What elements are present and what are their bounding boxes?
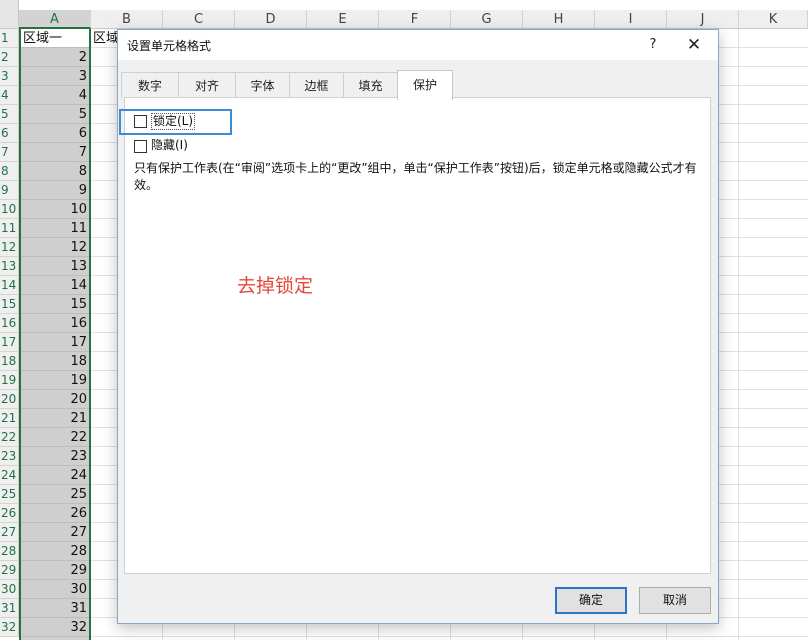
cell-a6[interactable]: 6 [21, 124, 89, 143]
row-header-6[interactable]: 6 [0, 124, 19, 143]
selected-column-a[interactable]: 区域一 2 3 4 5 6 7 8 9 10 11 12 13 14 15 16 17 18 19 20 21 22 23… [19, 29, 91, 640]
row-header-11[interactable]: 11 [0, 219, 19, 238]
row-header-17[interactable]: 17 [0, 333, 19, 352]
column-header-k[interactable]: K [739, 10, 808, 29]
cell-b1[interactable]: 区域 [93, 29, 119, 48]
lock-checkbox[interactable] [134, 115, 147, 128]
row-header-2[interactable]: 2 [0, 48, 19, 67]
row-header-16[interactable]: 16 [0, 314, 19, 333]
cell-a24[interactable]: 24 [21, 466, 89, 485]
tab-font[interactable]: 字体 [235, 72, 290, 98]
format-cells-dialog: 设置单元格格式 ? ✕ 数字 对齐 字体 边框 填充 保护 锁定(L) 隐藏(I… [117, 29, 719, 624]
row-header-30[interactable]: 30 [0, 580, 19, 599]
cell-a22[interactable]: 22 [21, 428, 89, 447]
cell-a26[interactable]: 26 [21, 504, 89, 523]
cell-a21[interactable]: 21 [21, 409, 89, 428]
row-header-20[interactable]: 20 [0, 390, 19, 409]
cell-a11[interactable]: 11 [21, 219, 89, 238]
column-headers: ABCDEFGHIJK [0, 10, 808, 29]
cell-a20[interactable]: 20 [21, 390, 89, 409]
dialog-titlebar: 设置单元格格式 ? ✕ [118, 30, 718, 60]
help-button[interactable]: ? [643, 35, 663, 55]
row-header-3[interactable]: 3 [0, 67, 19, 86]
column-header-b[interactable]: B [91, 10, 163, 29]
tab-fill[interactable]: 填充 [343, 72, 398, 98]
row-header-1[interactable]: 1 [0, 29, 19, 48]
cell-a16[interactable]: 16 [21, 314, 89, 333]
row-header-5[interactable]: 5 [0, 105, 19, 124]
cell-a28[interactable]: 28 [21, 542, 89, 561]
cell-a30[interactable]: 30 [21, 580, 89, 599]
cell-a25[interactable]: 25 [21, 485, 89, 504]
cell-a17[interactable]: 17 [21, 333, 89, 352]
column-header-e[interactable]: E [307, 10, 379, 29]
row-header-26[interactable]: 26 [0, 504, 19, 523]
column-header-d[interactable]: D [235, 10, 307, 29]
cell-a15[interactable]: 15 [21, 295, 89, 314]
row-header-10[interactable]: 10 [0, 200, 19, 219]
row-header-14[interactable]: 14 [0, 276, 19, 295]
cell-a7[interactable]: 7 [21, 143, 89, 162]
hide-checkbox[interactable] [134, 140, 147, 153]
column-header-f[interactable]: F [379, 10, 451, 29]
row-header-28[interactable]: 28 [0, 542, 19, 561]
column-header-g[interactable]: G [451, 10, 523, 29]
cell-a2[interactable]: 2 [21, 48, 89, 67]
cell-a18[interactable]: 18 [21, 352, 89, 371]
row-header-8[interactable]: 8 [0, 162, 19, 181]
row-header-29[interactable]: 29 [0, 561, 19, 580]
cell-a12[interactable]: 12 [21, 238, 89, 257]
column-header-c[interactable]: C [163, 10, 235, 29]
dialog-title: 设置单元格格式 [127, 39, 212, 53]
tab-number[interactable]: 数字 [121, 72, 179, 98]
cell-a14[interactable]: 14 [21, 276, 89, 295]
row-header-23[interactable]: 23 [0, 447, 19, 466]
ok-button[interactable]: 确定 [555, 587, 627, 614]
cell-a27[interactable]: 27 [21, 523, 89, 542]
cancel-button[interactable]: 取消 [639, 587, 711, 614]
row-header-31[interactable]: 31 [0, 599, 19, 618]
tab-alignment[interactable]: 对齐 [178, 72, 236, 98]
hide-checkbox-label[interactable]: 隐藏(I) [151, 138, 188, 153]
protection-note: 只有保护工作表(在“审阅”选项卡上的“更改”组中，单击“保护工作表”按钮)后，锁… [134, 161, 697, 192]
close-button[interactable]: ✕ [684, 35, 704, 55]
row-header-19[interactable]: 19 [0, 371, 19, 390]
row-header-32[interactable]: 32 [0, 618, 19, 637]
row-header-7[interactable]: 7 [0, 143, 19, 162]
cell-a32[interactable]: 32 [21, 618, 89, 637]
cell-a10[interactable]: 10 [21, 200, 89, 219]
row-header-27[interactable]: 27 [0, 523, 19, 542]
row-header-4[interactable]: 4 [0, 86, 19, 105]
row-header-12[interactable]: 12 [0, 238, 19, 257]
row-header-18[interactable]: 18 [0, 352, 19, 371]
row-header-24[interactable]: 24 [0, 466, 19, 485]
lock-checkbox-label[interactable]: 锁定(L) [151, 113, 196, 130]
row-header-13[interactable]: 13 [0, 257, 19, 276]
column-header-i[interactable]: I [595, 10, 667, 29]
cell-a23[interactable]: 23 [21, 447, 89, 466]
cell-a3[interactable]: 3 [21, 67, 89, 86]
annotation-remove-lock: 去掉锁定 [237, 275, 314, 297]
cell-a13[interactable]: 13 [21, 257, 89, 276]
cell-a19[interactable]: 19 [21, 371, 89, 390]
row-header-22[interactable]: 22 [0, 428, 19, 447]
cell-a29[interactable]: 29 [21, 561, 89, 580]
cell-a9[interactable]: 9 [21, 181, 89, 200]
protection-panel: 锁定(L) 隐藏(I) 只有保护工作表(在“审阅”选项卡上的“更改”组中，单击“… [119, 97, 711, 574]
cell-a31[interactable]: 31 [21, 599, 89, 618]
cell-a1[interactable]: 区域一 [21, 29, 89, 48]
column-header-a[interactable]: A [19, 10, 91, 29]
cell-a8[interactable]: 8 [21, 162, 89, 181]
cell-a5[interactable]: 5 [21, 105, 89, 124]
tab-protection[interactable]: 保护 [397, 70, 453, 100]
column-header-h[interactable]: H [523, 10, 595, 29]
cell-a4[interactable]: 4 [21, 86, 89, 105]
row-header-25[interactable]: 25 [0, 485, 19, 504]
tab-border[interactable]: 边框 [289, 72, 344, 98]
row-header-15[interactable]: 15 [0, 295, 19, 314]
row-header-21[interactable]: 21 [0, 409, 19, 428]
column-header-j[interactable]: J [667, 10, 739, 29]
row-header-9[interactable]: 9 [0, 181, 19, 200]
